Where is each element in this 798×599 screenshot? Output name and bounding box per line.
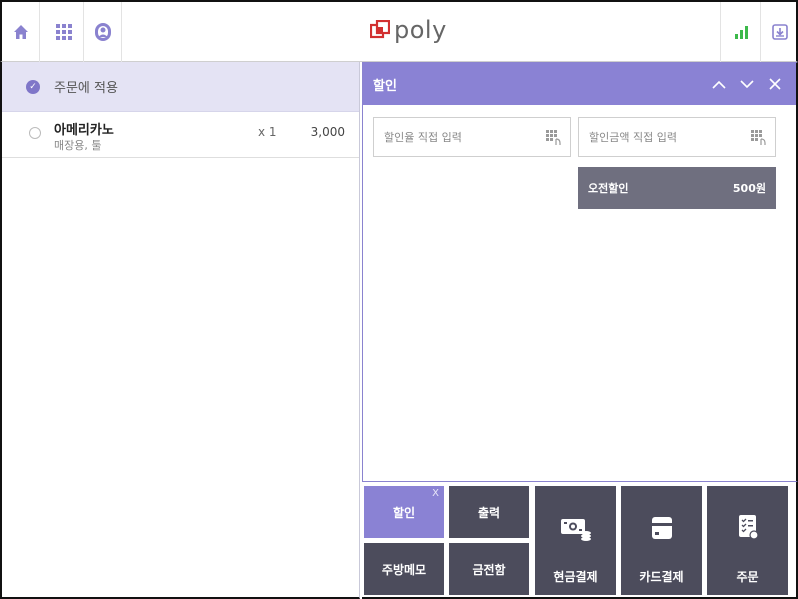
cash-drawer-button[interactable]: 금전함 [449, 543, 529, 595]
discount-close-icon[interactable]: X [432, 488, 439, 499]
discount-button[interactable]: 할인 X [364, 486, 444, 538]
order-button[interactable]: 주문 [707, 486, 788, 595]
item-qty: x 1 [258, 125, 277, 139]
keypad-icon[interactable] [751, 130, 767, 149]
signal-icon [720, 2, 760, 62]
item-radio[interactable] [29, 127, 41, 139]
item-options: 매장용, 툴 [54, 139, 102, 152]
app-logo: poly [370, 16, 447, 44]
card-payment-button[interactable]: 카드결제 [621, 486, 702, 595]
kitchen-memo-label: 주방메모 [381, 562, 427, 577]
cash-payment-button[interactable]: 현금결제 [535, 486, 616, 595]
keypad-icon[interactable] [546, 130, 562, 149]
close-icon[interactable] [760, 63, 790, 105]
discount-rate-placeholder: 할인율 직접 입력 [384, 131, 462, 144]
discount-amount-placeholder: 할인금액 직접 입력 [589, 131, 677, 144]
cash-drawer-label: 금전함 [472, 562, 506, 577]
poly-logo-icon [370, 20, 390, 39]
grid-icon[interactable] [44, 2, 84, 62]
item-name: 아메리카노 [54, 123, 114, 138]
card-payment-label: 카드결제 [639, 570, 684, 584]
logo-text: poly [394, 16, 447, 44]
cash-icon [560, 519, 591, 541]
download-icon[interactable] [760, 2, 798, 62]
chevron-down-icon[interactable] [732, 63, 762, 105]
order-icon [738, 515, 759, 540]
discount-rate-input[interactable]: 할인율 직접 입력 [373, 117, 571, 157]
user-icon[interactable] [84, 2, 122, 62]
discount-button-label: 할인 [392, 505, 416, 520]
discount-panel: 할인 할인율 직접 입력 할인금액 직접 입력 오전할인 500원 [362, 62, 798, 482]
card-icon [651, 517, 672, 539]
morning-discount-button[interactable]: 오전할인 500원 [578, 167, 776, 209]
preset-amount: 500원 [732, 182, 766, 195]
top-bar: poly [0, 0, 798, 62]
kitchen-memo-button[interactable]: 주방메모 [364, 543, 444, 595]
order-item-row[interactable]: 아메리카노 매장용, 툴 x 1 3,000 [2, 112, 359, 158]
discount-title: 할인 [373, 78, 397, 94]
chevron-up-icon[interactable] [704, 63, 734, 105]
discount-amount-input[interactable]: 할인금액 직접 입력 [578, 117, 776, 157]
order-label: 주문 [736, 570, 759, 584]
print-button-label: 출력 [477, 505, 501, 520]
home-icon[interactable] [2, 2, 40, 62]
print-button[interactable]: 출력 [449, 486, 529, 538]
check-icon: ✓ [26, 79, 40, 94]
apply-to-order-label: 주문에 적용 [54, 81, 118, 96]
order-panel: ✓ 주문에 적용 아메리카노 매장용, 툴 x 1 3,000 [0, 62, 360, 599]
discount-header: 할인 [363, 63, 796, 105]
preset-label: 오전할인 [588, 182, 629, 195]
apply-to-order-row[interactable]: ✓ 주문에 적용 [2, 62, 359, 112]
item-price: 3,000 [310, 125, 345, 139]
cash-payment-label: 현금결제 [553, 570, 598, 584]
